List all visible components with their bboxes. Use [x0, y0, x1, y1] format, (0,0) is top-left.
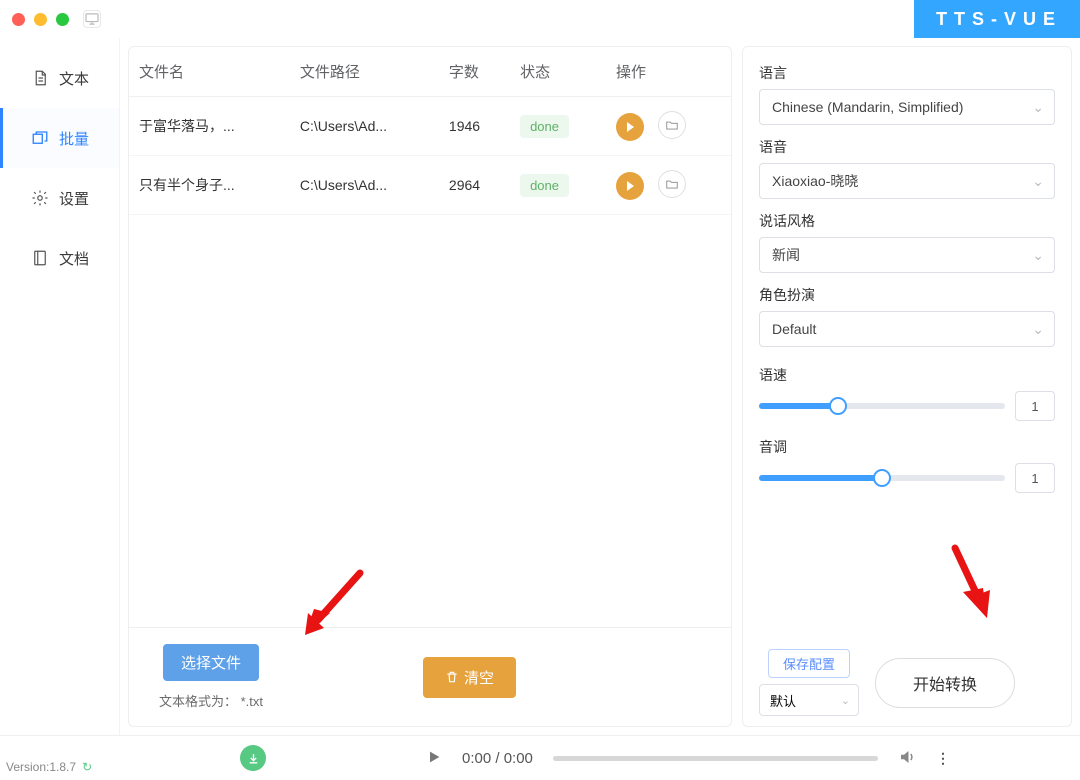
sidebar-item-text[interactable]: 文本	[0, 48, 119, 108]
settings-panel: 语言 Chinese (Mandarin, Simplified) ⌄ 语音 X…	[742, 46, 1072, 727]
audio-player: 0:00 / 0:00 ⋮	[0, 735, 1080, 780]
play-button[interactable]	[616, 113, 644, 141]
sidebar-item-label: 文档	[59, 248, 89, 269]
document-icon	[31, 69, 49, 87]
player-time: 0:00 / 0:00	[462, 750, 533, 767]
role-label: 角色扮演	[759, 285, 1055, 305]
sidebar-item-label: 批量	[59, 128, 89, 149]
volume-button[interactable]	[898, 748, 916, 769]
preset-value: 默认	[770, 691, 796, 710]
titlebar: TTS-VUE	[0, 0, 1080, 38]
status-badge: done	[520, 115, 569, 138]
pitch-slider[interactable]	[759, 475, 1005, 481]
pitch-value[interactable]: 1	[1015, 463, 1055, 493]
sidebar: 文本 批量 设置 文档	[0, 38, 120, 735]
slider-thumb[interactable]	[829, 397, 847, 415]
sidebar-item-docs[interactable]: 文档	[0, 228, 119, 288]
cell-filepath: C:\Users\Ad...	[290, 97, 439, 156]
sidebar-item-label: 文本	[59, 68, 89, 89]
slider-thumb[interactable]	[873, 469, 891, 487]
voice-select[interactable]: Xiaoxiao-晓晓 ⌄	[759, 163, 1055, 199]
open-folder-button[interactable]	[658, 111, 686, 139]
sidebar-item-batch[interactable]: 批量	[0, 108, 119, 168]
cell-chars: 2964	[439, 156, 510, 215]
app-title: TTS-VUE	[914, 0, 1080, 38]
col-filename: 文件名	[129, 47, 290, 97]
choose-file-button[interactable]: 选择文件	[163, 644, 259, 681]
language-label: 语言	[759, 63, 1055, 83]
voice-value: Xiaoxiao-晓晓	[772, 171, 858, 191]
window-controls	[12, 13, 69, 26]
chevron-down-icon: ⌄	[1032, 247, 1044, 264]
file-panel: 文件名 文件路径 字数 状态 操作 于富华落马，... C:\Users\Ad.…	[128, 46, 732, 727]
preset-select[interactable]: 默认 ⌄	[759, 684, 859, 716]
play-button[interactable]	[616, 172, 644, 200]
dev-monitor-icon[interactable]	[83, 10, 101, 28]
col-filepath: 文件路径	[290, 47, 439, 97]
style-value: 新闻	[772, 245, 800, 265]
table-row: 于富华落马，... C:\Users\Ad... 1946 done	[129, 97, 731, 156]
chevron-down-icon: ⌄	[841, 694, 850, 707]
player-play-button[interactable]	[426, 749, 442, 768]
sidebar-item-settings[interactable]: 设置	[0, 168, 119, 228]
chevron-down-icon: ⌄	[1032, 99, 1044, 116]
style-select[interactable]: 新闻 ⌄	[759, 237, 1055, 273]
status-badge: done	[520, 174, 569, 197]
book-icon	[31, 249, 49, 267]
speed-label: 语速	[759, 365, 1055, 385]
chevron-down-icon: ⌄	[1032, 321, 1044, 338]
reload-icon[interactable]: ↻	[82, 760, 92, 774]
voice-label: 语音	[759, 137, 1055, 157]
start-convert-button[interactable]: 开始转换	[875, 658, 1015, 708]
trash-icon	[445, 670, 459, 684]
chevron-down-icon: ⌄	[1032, 173, 1044, 190]
file-table: 文件名 文件路径 字数 状态 操作 于富华落马，... C:\Users\Ad.…	[129, 47, 731, 215]
col-chars: 字数	[439, 47, 510, 97]
style-label: 说话风格	[759, 211, 1055, 231]
pitch-label: 音调	[759, 437, 1055, 457]
clear-button[interactable]: 清空	[423, 657, 516, 698]
language-value: Chinese (Mandarin, Simplified)	[772, 99, 963, 115]
version-label: Version:1.8.7↻	[6, 760, 92, 774]
speed-slider[interactable]	[759, 403, 1005, 409]
cell-filename: 只有半个身子...	[129, 156, 290, 215]
col-ops: 操作	[606, 47, 731, 97]
format-hint: 文本格式为： *.txt	[159, 691, 263, 710]
sidebar-item-label: 设置	[59, 188, 89, 209]
save-config-button[interactable]: 保存配置	[768, 649, 850, 678]
table-row: 只有半个身子... C:\Users\Ad... 2964 done	[129, 156, 731, 215]
batch-icon	[31, 129, 49, 147]
gear-icon	[31, 189, 49, 207]
open-folder-button[interactable]	[658, 170, 686, 198]
file-panel-bottom: 选择文件 文本格式为： *.txt 清空	[129, 627, 731, 726]
cell-filename: 于富华落马，...	[129, 97, 290, 156]
cell-filepath: C:\Users\Ad...	[290, 156, 439, 215]
minimize-window-button[interactable]	[34, 13, 47, 26]
speed-value[interactable]: 1	[1015, 391, 1055, 421]
download-button[interactable]	[240, 745, 266, 771]
role-select[interactable]: Default ⌄	[759, 311, 1055, 347]
close-window-button[interactable]	[12, 13, 25, 26]
col-status: 状态	[510, 47, 606, 97]
clear-button-label: 清空	[464, 667, 494, 688]
player-progress-bar[interactable]	[553, 756, 878, 761]
cell-chars: 1946	[439, 97, 510, 156]
role-value: Default	[772, 321, 816, 337]
language-select[interactable]: Chinese (Mandarin, Simplified) ⌄	[759, 89, 1055, 125]
maximize-window-button[interactable]	[56, 13, 69, 26]
player-more-button[interactable]: ⋮	[936, 750, 950, 767]
